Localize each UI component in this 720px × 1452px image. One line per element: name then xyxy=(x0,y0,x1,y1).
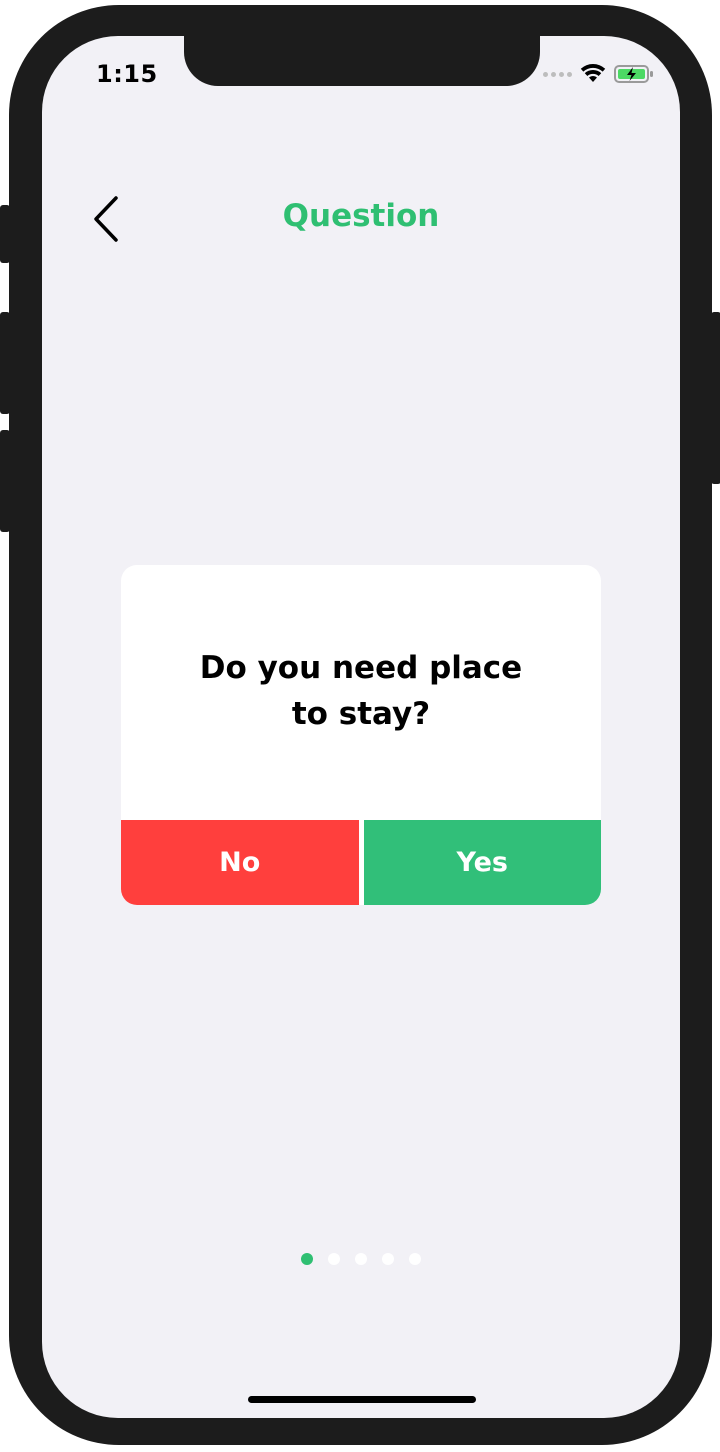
page-indicator xyxy=(42,1253,680,1265)
status-time: 1:15 xyxy=(96,60,158,88)
yes-button-label: Yes xyxy=(456,847,508,878)
page-dot[interactable] xyxy=(355,1253,367,1265)
page-dot[interactable] xyxy=(382,1253,394,1265)
status-icons xyxy=(543,64,654,84)
no-button[interactable]: No xyxy=(121,820,359,905)
battery-charging-icon xyxy=(614,65,653,83)
no-button-label: No xyxy=(219,847,261,878)
page-dot[interactable] xyxy=(409,1253,421,1265)
page-title: Question xyxy=(282,198,440,234)
answer-buttons: No Yes xyxy=(121,820,601,905)
wifi-icon xyxy=(580,64,606,82)
yes-button[interactable]: Yes xyxy=(363,820,601,905)
question-card: Do you need place to stay? No Yes xyxy=(121,565,601,905)
question-text: Do you need place to stay? xyxy=(199,650,523,732)
page-dot[interactable] xyxy=(301,1253,313,1265)
home-indicator[interactable] xyxy=(248,1396,476,1403)
app-screen: 1:15 Question Do you need place to stay?… xyxy=(42,36,680,1418)
volume-down-button xyxy=(0,430,10,532)
cellular-signal-icon xyxy=(543,71,572,77)
power-button xyxy=(711,312,720,484)
volume-up-button xyxy=(0,312,10,414)
mute-switch xyxy=(0,205,10,263)
page-dot[interactable] xyxy=(328,1253,340,1265)
notch xyxy=(184,36,540,86)
